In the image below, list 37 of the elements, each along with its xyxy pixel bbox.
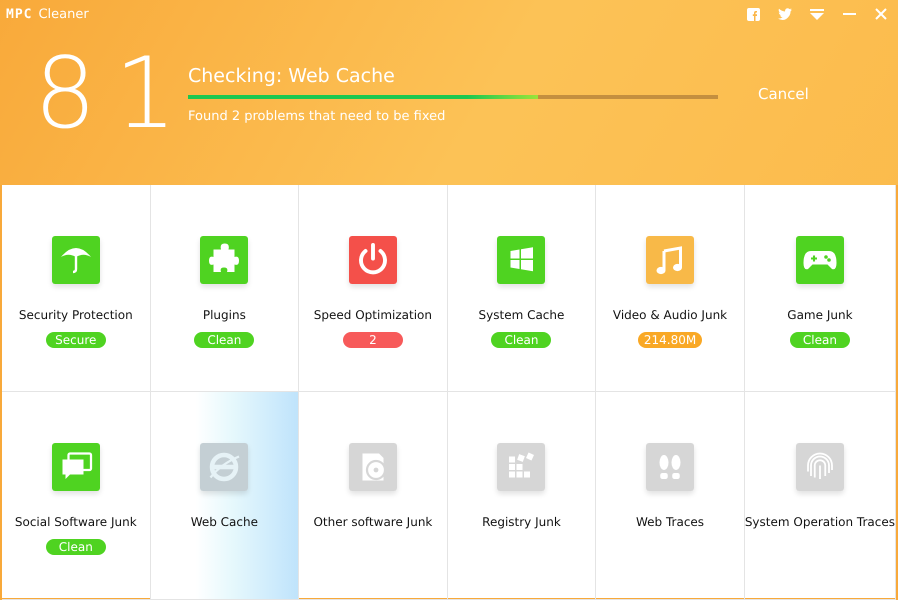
category-label: Registry Junk (482, 515, 561, 529)
category-tile[interactable]: System Operation Traces (744, 392, 896, 600)
window-title: Cleaner (38, 6, 89, 22)
facebook-icon[interactable] (744, 5, 762, 23)
category-tile[interactable]: Security Protection Secure (2, 185, 151, 392)
category-label: System Cache (478, 308, 564, 322)
category-label: Web Cache (190, 515, 258, 529)
category-tile[interactable]: System Cache Clean (448, 185, 596, 392)
status-badge: 2 (342, 332, 403, 348)
category-tile[interactable]: Game Junk Clean (744, 185, 896, 392)
score-number: 81 (33, 45, 188, 143)
category-tile[interactable]: Web Traces (596, 392, 745, 600)
category-label: Other software Junk (313, 515, 432, 529)
category-tile[interactable]: Other software Junk (299, 392, 448, 600)
category-label: Web Traces (636, 515, 704, 529)
status-badge: Clean (194, 332, 254, 348)
status-badge: Clean (790, 332, 850, 348)
category-tile[interactable]: Video & Audio Junk 214.80M (596, 185, 745, 392)
category-tile[interactable]: Social Software Junk Clean (2, 392, 151, 600)
category-label: Social Software Junk (14, 515, 137, 529)
category-tile[interactable]: Plugins Clean (150, 185, 300, 392)
problems-message: Found 2 problems that need to be fixed (188, 108, 446, 124)
category-label: Speed Optimization (314, 308, 432, 322)
category-tile[interactable]: Registry Junk (448, 392, 596, 600)
category-label: Game Junk (787, 308, 853, 322)
status-badge: Secure (46, 332, 106, 348)
status-badge: 214.80M (638, 332, 702, 348)
category-tile[interactable]: Speed Optimization 2 (299, 185, 448, 392)
category-label: System Operation Traces (744, 515, 895, 529)
category-label: Security Protection (18, 308, 133, 322)
category-tile-scanning[interactable]: Web Cache (150, 392, 300, 600)
checking-status: Checking: Web Cache (188, 64, 396, 86)
category-label: Video & Audio Junk (612, 308, 728, 322)
status-badge: Clean (491, 332, 552, 348)
app-logo: MPC (6, 6, 32, 22)
category-label: Plugins (202, 308, 246, 322)
status-badge: Clean (46, 539, 106, 555)
